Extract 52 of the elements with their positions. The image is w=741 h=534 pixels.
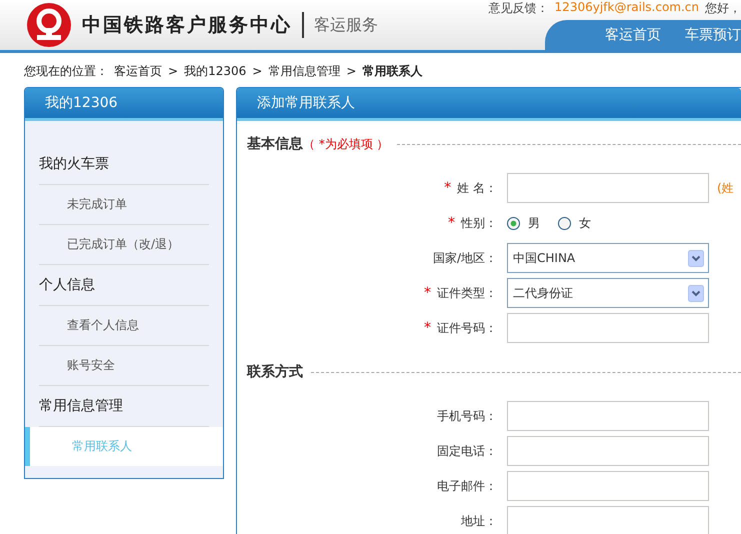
field-label: 手机号码：	[437, 408, 497, 422]
required-note: （ *为必填项 ）	[303, 136, 389, 152]
breadcrumb-label: 您现在的位置：	[24, 62, 108, 80]
site-subtitle: 客运服务	[314, 14, 378, 36]
dropdown-select[interactable]: 二代身份证	[507, 278, 709, 308]
field-label: 性别：	[461, 216, 497, 230]
site-title: 中国铁路客户服务中心	[82, 13, 292, 38]
breadcrumb-separator: >	[346, 64, 356, 78]
breadcrumb-link[interactable]: 常用联系人	[362, 62, 422, 80]
sidebar-group-heading: 个人信息	[39, 265, 209, 306]
section-heading: 基本信息	[247, 135, 303, 153]
breadcrumb-link[interactable]: 常用信息管理	[268, 62, 340, 80]
text-input-field[interactable]	[507, 401, 709, 431]
sidebar-item[interactable]: 账号安全	[39, 346, 209, 386]
greeting-text: 您好，	[705, 0, 741, 17]
sidebar-item[interactable]: 未完成订单	[39, 185, 209, 225]
radio-button[interactable]	[558, 216, 571, 230]
required-asterisk: *	[424, 284, 431, 300]
field-label: 证件类型：	[437, 286, 497, 300]
breadcrumb-link[interactable]: 客运首页	[114, 62, 162, 80]
dropdown-select[interactable]: 中国CHINA	[507, 243, 709, 273]
sidebar-item[interactable]: 查看个人信息	[39, 306, 209, 346]
text-input-field[interactable]	[507, 173, 709, 203]
breadcrumb-separator: >	[252, 64, 262, 78]
field-label: 证件号码：	[437, 320, 497, 334]
breadcrumb-separator: >	[168, 64, 178, 78]
sidebar-title: 我的12306	[25, 88, 223, 121]
required-asterisk: *	[444, 180, 452, 196]
required-asterisk: *	[448, 214, 455, 230]
text-input-field[interactable]	[507, 506, 709, 534]
railway-logo-icon	[26, 2, 72, 48]
field-label: 姓 名：	[457, 180, 497, 194]
panel-title: 添加常用联系人	[237, 88, 741, 121]
radio-label: 女	[579, 214, 591, 232]
text-input-field[interactable]	[507, 471, 709, 501]
radio-button[interactable]	[507, 216, 520, 230]
field-hint: (姓	[717, 180, 734, 196]
sidebar-item[interactable]: 已完成订单（改/退）	[39, 225, 209, 265]
section-heading: 联系方式	[247, 363, 303, 381]
feedback-label: 意见反馈：	[488, 0, 549, 17]
radio-label: 男	[528, 214, 540, 232]
field-label: 固定电话：	[437, 444, 497, 458]
field-label: 国家/地区：	[432, 250, 497, 264]
nav-link[interactable]: 车票预订	[673, 26, 741, 44]
nav-link[interactable]: 客运首页	[593, 26, 673, 44]
breadcrumb-link[interactable]: 我的12306	[184, 62, 246, 80]
field-label: 电子邮件：	[437, 478, 497, 492]
field-label: 地址：	[461, 514, 497, 528]
required-asterisk: *	[424, 320, 431, 336]
text-input-field[interactable]	[507, 436, 709, 466]
text-input-field[interactable]	[507, 313, 709, 343]
sidebar-group-heading: 我的火车票	[39, 144, 209, 185]
